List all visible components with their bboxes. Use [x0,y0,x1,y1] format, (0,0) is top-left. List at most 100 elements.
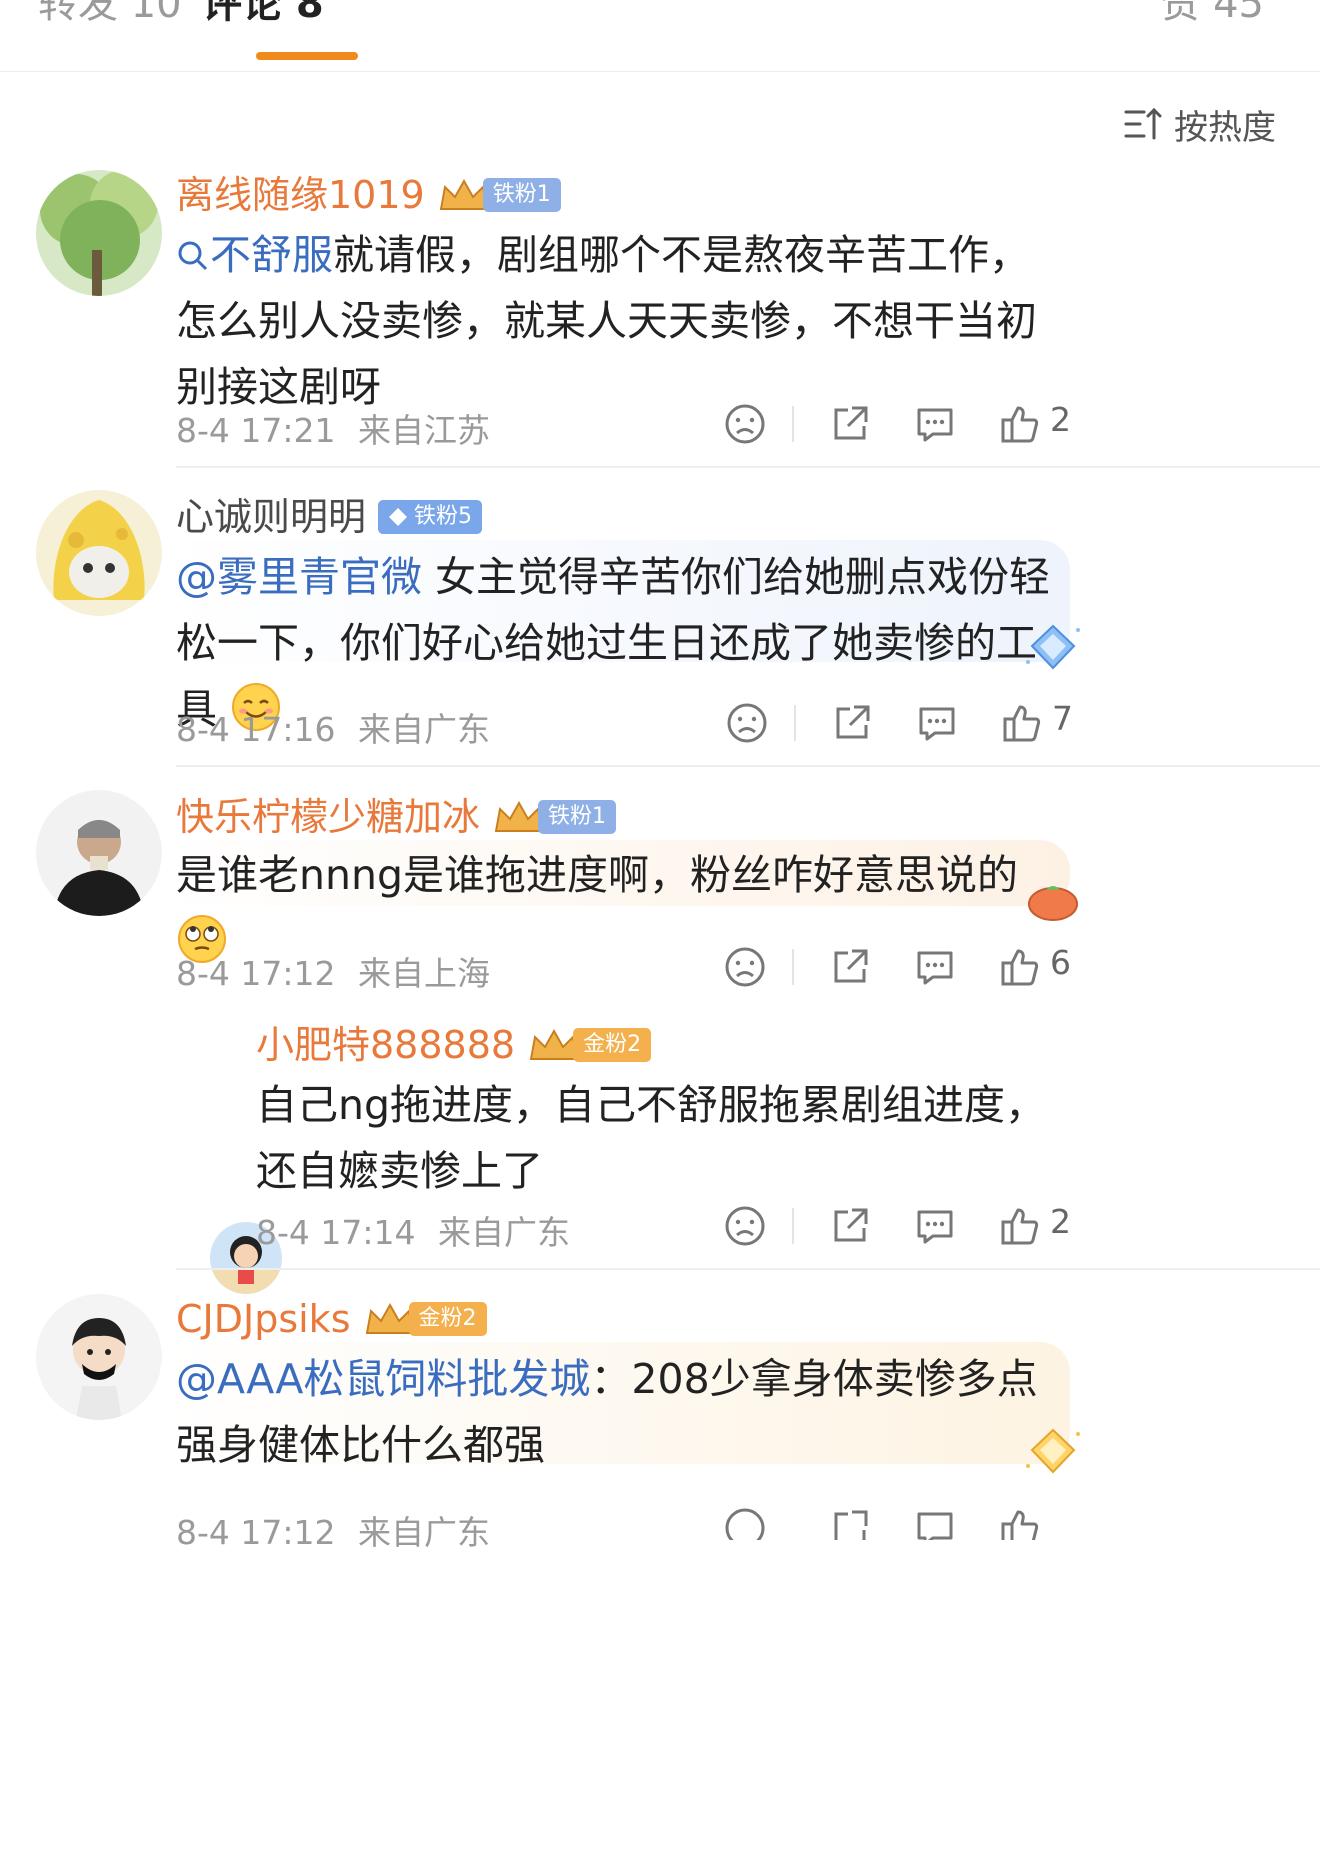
share-button[interactable] [825,396,875,452]
comment-location: 来自广东 [358,1513,490,1552]
sad-face-icon [725,947,765,987]
comment-bubble-icon [919,707,955,741]
comment-time: 8-4 17:21 [176,411,336,450]
tab-repost[interactable]: 转发 10 [38,0,182,28]
sort-button[interactable]: 按热度 [1124,100,1276,148]
reply-meta: 8-4 17:14 来自广东 [256,1206,570,1254]
avatar[interactable] [36,1294,162,1420]
like-count: 2 [1050,1202,1071,1241]
action-row: 7 [722,695,1082,751]
reply-button[interactable] [910,1198,960,1254]
tab-bar: 转发 10 评论 8 赞 45 [0,0,1320,72]
thumbs-up-icon [1003,705,1041,742]
reply-button[interactable] [910,1500,960,1540]
thumbs-up-icon [1001,1208,1039,1245]
username[interactable]: 心诚则明明 铁粉5 [176,494,483,540]
reply-button[interactable] [910,939,960,995]
reply-username[interactable]: 小肥特888888 金粉2 [256,1022,652,1068]
sort-icon [1124,107,1162,140]
comment-divider [176,1268,1320,1270]
thumbs-up-icon [1001,949,1039,986]
reply-text: 自己ng拖进度，自己不舒服拖累剧组进度，还自嬷卖惨上了 [256,1081,1047,1195]
sad-face-icon [727,703,767,743]
share-button[interactable] [827,695,877,751]
fan-badge: 金粉2 [363,1301,487,1337]
like-button[interactable] [995,1198,1045,1254]
comment-bubble-icon [917,408,953,442]
share-button[interactable] [825,1500,875,1540]
share-button[interactable] [825,939,875,995]
divider [792,406,794,442]
diamond-icon [389,508,408,526]
comment-time: 8-4 17:12 [176,1513,336,1552]
topic-link[interactable]: 不舒服 [210,231,333,279]
comment-meta: 8-4 17:12 来自广东 [176,1506,490,1554]
divider [794,705,796,741]
diamond-decoration-icon [1026,624,1080,670]
avatar[interactable] [36,490,162,616]
action-row: 6 [720,939,1080,995]
sad-face-icon [725,1206,765,1246]
username[interactable]: 快乐柠檬少糖加冰 铁粉1 [176,794,617,840]
divider [792,949,794,985]
comment-time: 8-4 17:12 [176,954,336,993]
fan-badge: 铁粉5 [378,499,483,535]
dislike-button[interactable] [720,939,770,995]
username[interactable]: CJDJpsiks 金粉2 [176,1296,487,1342]
mention-link[interactable]: @AAA松鼠饲料批发城 [176,1355,590,1403]
search-icon [178,241,208,271]
tab-comments[interactable]: 评论 8 [202,0,324,28]
reply-location: 来自广东 [438,1213,570,1252]
share-button[interactable] [825,1198,875,1254]
fan-badge: 铁粉1 [437,177,561,213]
divider [792,1208,794,1244]
action-row: 2 [720,396,1080,452]
share-icon [836,705,870,739]
share-icon [834,1510,868,1540]
like-count: 7 [1052,699,1073,738]
active-tab-indicator [256,52,358,60]
sad-face-icon [725,404,765,444]
like-button[interactable] [995,939,1045,995]
comment-text: 不舒服就请假，剧组哪个不是熬夜辛苦工作，怎么别人没卖惨，就某人天天卖惨，不想干当… [176,231,1037,411]
reply-time: 8-4 17:14 [256,1213,416,1252]
dislike-button[interactable] [720,1198,770,1254]
action-row: 2 [720,1198,1080,1254]
avatar[interactable] [36,790,162,916]
crown-decoration-icon [1026,1428,1080,1474]
comment-bubble-icon [917,1210,953,1244]
reply-button[interactable] [910,396,960,452]
action-row [720,1500,1080,1540]
like-button[interactable] [995,1500,1045,1540]
sad-face-icon [725,1508,765,1540]
share-icon [834,406,868,440]
fan-badge: 铁粉1 [492,799,617,835]
username[interactable]: 离线随缘1019 铁粉1 [176,172,561,218]
like-button[interactable] [995,396,1045,452]
like-count: 2 [1050,400,1071,439]
avatar[interactable] [36,170,162,296]
comment-meta: 8-4 17:21 来自江苏 [176,404,490,452]
tab-likes[interactable]: 赞 45 [1160,0,1264,28]
thumbs-up-icon [1001,406,1039,443]
comment-text: @AAA松鼠饲料批发城：208少拿身体卖惨多点强身健体比什么都强 [176,1355,1038,1469]
thumbs-up-icon [1001,1510,1039,1540]
dislike-button[interactable] [720,1500,770,1540]
dislike-button[interactable] [722,695,772,751]
comment-location: 来自江苏 [358,411,490,450]
fan-badge: 金粉2 [527,1027,652,1063]
comment-location: 来自广东 [358,710,490,749]
like-count: 6 [1050,943,1071,982]
comment-bubble-icon [917,951,953,985]
comment-divider [176,765,1320,767]
share-icon [834,1208,868,1242]
comment-meta: 8-4 17:12 来自上海 [176,947,490,995]
comment-divider [176,466,1320,468]
mention-link[interactable]: @雾里青官微 [176,553,422,601]
like-button[interactable] [997,695,1047,751]
dislike-button[interactable] [720,396,770,452]
reply-button[interactable] [912,695,962,751]
fruit-decoration-icon [1028,886,1078,921]
comment-location: 来自上海 [358,954,490,993]
comment-time: 8-4 17:16 [176,710,336,749]
